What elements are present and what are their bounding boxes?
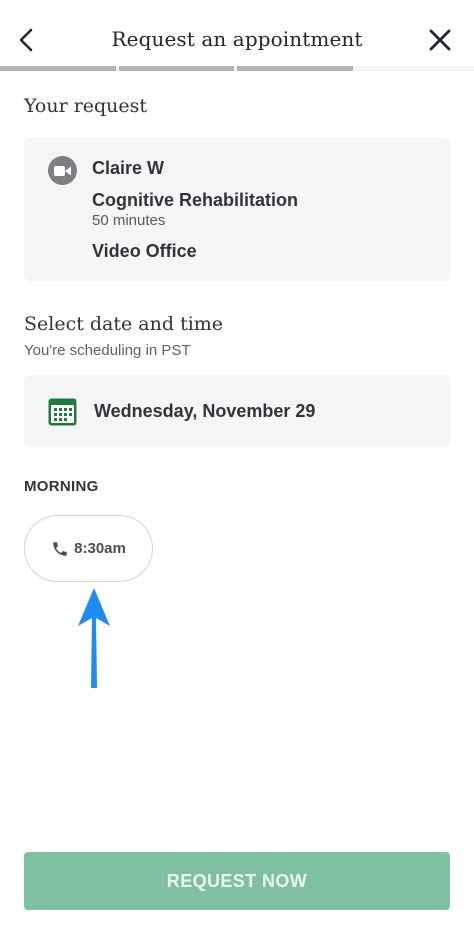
progress-step-2 [118,66,234,71]
close-icon [429,29,451,51]
calendar-icon [48,398,77,426]
page-title: Request an appointment [111,27,363,51]
appointment-location: Video Office [92,241,197,261]
progress-step-1 [0,66,116,71]
selected-date: Wednesday, November 29 [94,401,316,421]
service-name: Cognitive Rehabilitation [92,190,299,210]
progress-step-4 [355,66,471,71]
your-request-heading: Your request [24,95,148,117]
request-summary-card: Claire W Cognitive Rehabilitation 50 min… [24,138,450,281]
time-slot-label: 8:30am [74,540,126,557]
time-slot-button[interactable]: 8:30am [24,515,153,582]
request-now-label: REQUEST NOW [166,870,308,891]
timezone-note: You're scheduling in PST [24,342,191,359]
header: Request an appointment [0,0,474,66]
date-picker-button[interactable]: Wednesday, November 29 [24,375,450,447]
request-now-button[interactable]: REQUEST NOW [24,852,450,910]
provider-name: Claire W [92,158,165,178]
video-camera-icon [48,156,77,185]
service-duration: 50 minutes [92,212,166,229]
arrow-up-icon [78,588,110,688]
morning-label: MORNING [24,478,99,495]
phone-icon [51,540,69,558]
progress-step-3 [237,66,353,71]
select-date-time-heading: Select date and time [24,313,224,335]
close-button[interactable] [422,22,458,58]
step-progress-bar [0,66,474,71]
